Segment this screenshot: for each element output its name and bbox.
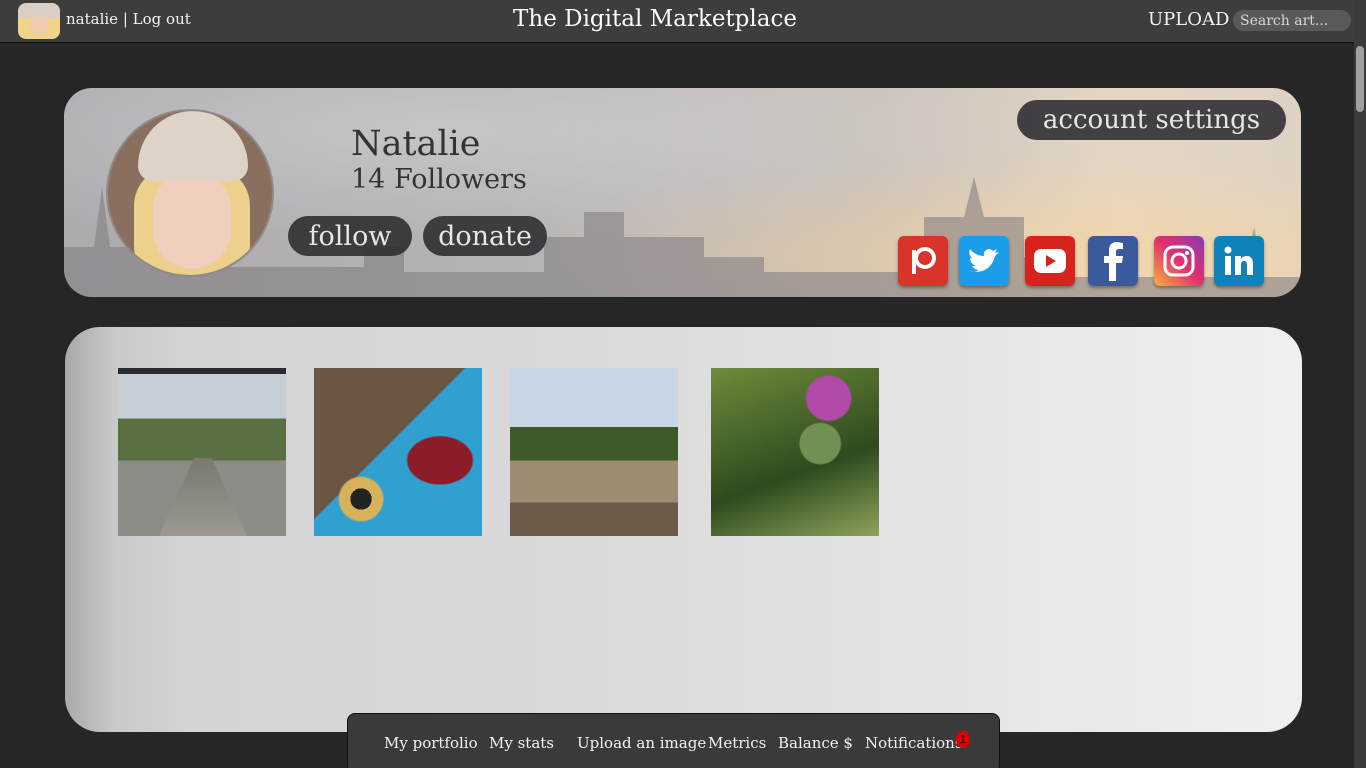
donate-button[interactable]: donate xyxy=(423,216,547,256)
notification-badge: 1 xyxy=(956,731,970,748)
nav-upload-image[interactable]: Upload an image xyxy=(577,734,706,752)
instagram-icon[interactable] xyxy=(1154,236,1204,286)
artwork-thumbnail-butterfly[interactable] xyxy=(314,368,482,536)
account-settings-button[interactable]: account settings xyxy=(1017,100,1286,140)
nav-notifications[interactable]: Notifications xyxy=(865,734,963,752)
follow-button[interactable]: follow xyxy=(288,216,412,256)
profile-banner: Natalie 14 Followers follow donate accou… xyxy=(64,88,1301,297)
patreon-icon[interactable] xyxy=(898,236,948,286)
scrollbar-thumb[interactable] xyxy=(1356,46,1364,112)
artwork-thumbnail-thistle[interactable] xyxy=(711,368,879,536)
youtube-icon[interactable] xyxy=(1025,236,1075,286)
artwork-thumbnail-formal-garden[interactable] xyxy=(510,368,678,536)
top-bar: natalie | Log out The Digital Marketplac… xyxy=(0,0,1354,43)
artwork-thumbnail-tree-lined-path[interactable] xyxy=(118,368,286,536)
scrollbar[interactable] xyxy=(1354,0,1366,768)
facebook-icon[interactable] xyxy=(1088,236,1138,286)
site-title[interactable]: The Digital Marketplace xyxy=(0,6,1310,32)
twitter-icon[interactable] xyxy=(959,236,1009,286)
linkedin-icon[interactable] xyxy=(1214,236,1264,286)
gallery-panel xyxy=(65,327,1302,732)
followers-count: 14 Followers xyxy=(351,164,527,195)
nav-balance[interactable]: Balance $ xyxy=(778,734,853,752)
profile-photo xyxy=(106,109,274,277)
nav-metrics[interactable]: Metrics xyxy=(708,734,766,752)
nav-my-stats[interactable]: My stats xyxy=(489,734,554,752)
nav-my-portfolio[interactable]: My portfolio xyxy=(384,734,478,752)
upload-link[interactable]: UPLOAD xyxy=(1148,9,1229,30)
bottom-navigation: My portfolio My stats Upload an image Me… xyxy=(347,713,1000,768)
profile-name: Natalie xyxy=(351,124,481,164)
search-input[interactable] xyxy=(1233,10,1351,31)
